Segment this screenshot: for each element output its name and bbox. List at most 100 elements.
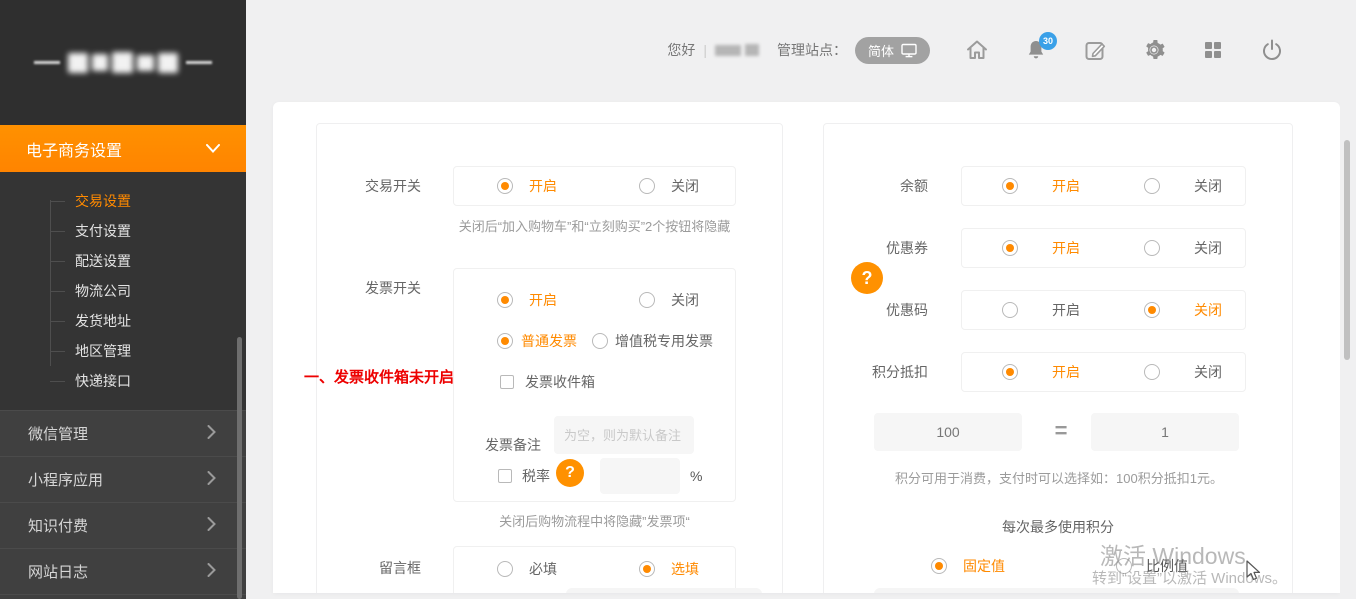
sidebar-scrollbar-thumb[interactable]: [237, 337, 242, 599]
trade-off-option[interactable]: 关闭: [639, 176, 699, 196]
chevron-right-icon: [207, 563, 216, 581]
sidebar-item-region-management[interactable]: 地区管理: [0, 336, 246, 366]
sidebar-item-payment-settings[interactable]: 支付设置: [0, 216, 246, 246]
radio-selected-icon[interactable]: [1002, 364, 1018, 380]
annotation-invoice-inbox-off: 一、发票收件箱未开启: [304, 366, 454, 387]
invoice-remark-label: 发票备注: [485, 426, 541, 464]
radio-selected-icon[interactable]: [497, 333, 513, 349]
radio-icon[interactable]: [1116, 558, 1132, 574]
trade-help-text: 关闭后“加入购物车”和“立刻购买”2个按钮将隐藏: [453, 216, 736, 238]
option-label: 增值税专用发票: [615, 331, 713, 351]
sidebar-item-ecommerce-settings[interactable]: 电子商务设置: [0, 125, 246, 172]
submenu-label: 发货地址: [75, 313, 131, 329]
option-label: 关闭: [1194, 176, 1222, 196]
invoice-on-option[interactable]: 开启: [497, 290, 557, 310]
sidebar: 电子商务设置 交易设置 支付设置 配送设置 物流公司 发货地址 地区管理 快递接…: [0, 0, 246, 599]
tax-rate-input[interactable]: [600, 458, 680, 494]
balance-off-option[interactable]: 关闭: [1144, 176, 1222, 196]
invoice-remark-input[interactable]: [554, 416, 694, 454]
edit-button[interactable]: [1083, 38, 1107, 62]
radio-icon[interactable]: [639, 178, 655, 194]
sidebar-item-site-logs[interactable]: 网站日志: [0, 548, 246, 594]
gear-icon: [1142, 38, 1166, 62]
equals-sign: =: [1046, 418, 1076, 444]
option-label: 关闭: [1194, 300, 1222, 320]
radio-icon[interactable]: [497, 561, 513, 577]
promo-code-switch-group: 开启 关闭: [961, 290, 1246, 330]
notifications-button[interactable]: 30: [1024, 38, 1048, 62]
page-scrollbar-track[interactable]: [1340, 0, 1356, 599]
radio-icon[interactable]: [1002, 302, 1018, 318]
radio-selected-icon[interactable]: [1002, 240, 1018, 256]
points-to-input[interactable]: [1091, 413, 1239, 451]
sidebar-item-knowledge-pay[interactable]: 知识付费: [0, 502, 246, 548]
logo-blurred-text: [68, 52, 178, 73]
logo-dash-right: [186, 61, 212, 64]
checkbox-icon[interactable]: [500, 375, 514, 389]
logout-button[interactable]: [1260, 38, 1284, 62]
invoice-help-text: 关闭后购物流程中将隐藏”发票项“: [453, 511, 736, 533]
sidebar-item-express-interface[interactable]: 快递接口: [0, 366, 246, 396]
radio-selected-icon[interactable]: [931, 558, 947, 574]
fixed-value-option[interactable]: 固定值: [931, 556, 1005, 576]
submenu-label: 地区管理: [75, 343, 131, 359]
ratio-value-option[interactable]: 比例值: [1116, 556, 1188, 576]
radio-selected-icon[interactable]: [639, 561, 655, 577]
language-label: 简体: [868, 41, 894, 60]
points-off-option[interactable]: 关闭: [1144, 362, 1222, 382]
settings-button[interactable]: [1142, 38, 1166, 62]
user-greeting: 您好 |: [667, 40, 759, 60]
sidebar-item-delivery-settings[interactable]: 配送设置: [0, 246, 246, 276]
edit-icon: [1083, 38, 1107, 62]
language-switch-button[interactable]: 简体: [855, 37, 930, 64]
power-icon: [1260, 38, 1284, 62]
points-switch-group: 开启 关闭: [961, 352, 1246, 392]
greeting-text: 您好: [667, 40, 695, 60]
radio-icon[interactable]: [1144, 364, 1160, 380]
home-button[interactable]: [965, 38, 989, 62]
radio-icon[interactable]: [592, 333, 608, 349]
coupon-off-option[interactable]: 关闭: [1144, 238, 1222, 258]
coupon-switch-group: 开启 关闭: [961, 228, 1246, 268]
submenu-label: 物流公司: [75, 283, 131, 299]
sidebar-item-shipping-address[interactable]: 发货地址: [0, 306, 246, 336]
radio-selected-icon[interactable]: [1144, 302, 1160, 318]
trade-on-option[interactable]: 开启: [497, 176, 557, 196]
invoice-type-normal-option[interactable]: 普通发票: [497, 331, 577, 351]
sidebar-item-wechat-management[interactable]: 微信管理: [0, 410, 246, 456]
section-label: 小程序应用: [28, 469, 103, 490]
option-label: 必填: [529, 559, 557, 579]
coupon-help-icon[interactable]: ?: [851, 262, 883, 294]
message-optional-option[interactable]: 选填: [639, 559, 699, 579]
coupon-on-option[interactable]: 开启: [1002, 238, 1080, 258]
message-required-option[interactable]: 必填: [497, 559, 557, 579]
points-from-input[interactable]: [874, 413, 1022, 451]
radio-icon[interactable]: [639, 292, 655, 308]
points-on-option[interactable]: 开启: [1002, 362, 1080, 382]
balance-on-option[interactable]: 开启: [1002, 176, 1080, 196]
promo-on-option[interactable]: 开启: [1002, 300, 1080, 320]
message-textarea-partial[interactable]: [566, 588, 762, 593]
page-scrollbar-thumb[interactable]: [1344, 140, 1350, 360]
invoice-inbox-checkbox-row[interactable]: 发票收件箱: [500, 372, 595, 392]
promo-off-option[interactable]: 关闭: [1144, 300, 1222, 320]
radio-selected-icon[interactable]: [1002, 178, 1018, 194]
sidebar-item-trade-settings[interactable]: 交易设置: [0, 186, 246, 216]
radio-icon[interactable]: [1144, 240, 1160, 256]
sidebar-item-logistics-company[interactable]: 物流公司: [0, 276, 246, 306]
radio-selected-icon[interactable]: [497, 178, 513, 194]
max-points-input-partial[interactable]: [874, 588, 1239, 593]
tax-help-icon[interactable]: ?: [556, 459, 584, 487]
monitor-icon: [901, 43, 917, 58]
radio-selected-icon[interactable]: [497, 292, 513, 308]
mouse-cursor: [1246, 560, 1262, 582]
option-label: 关闭: [671, 176, 699, 196]
checkbox-icon[interactable]: [498, 469, 512, 483]
invoice-type-vat-option[interactable]: 增值税专用发票: [592, 331, 713, 351]
sidebar-item-miniprogram-apps[interactable]: 小程序应用: [0, 456, 246, 502]
radio-icon[interactable]: [1144, 178, 1160, 194]
apps-grid-icon: [1201, 38, 1225, 62]
invoice-off-option[interactable]: 关闭: [639, 290, 699, 310]
apps-button[interactable]: [1201, 38, 1225, 62]
tax-rate-checkbox-row[interactable]: 税率: [498, 466, 550, 486]
